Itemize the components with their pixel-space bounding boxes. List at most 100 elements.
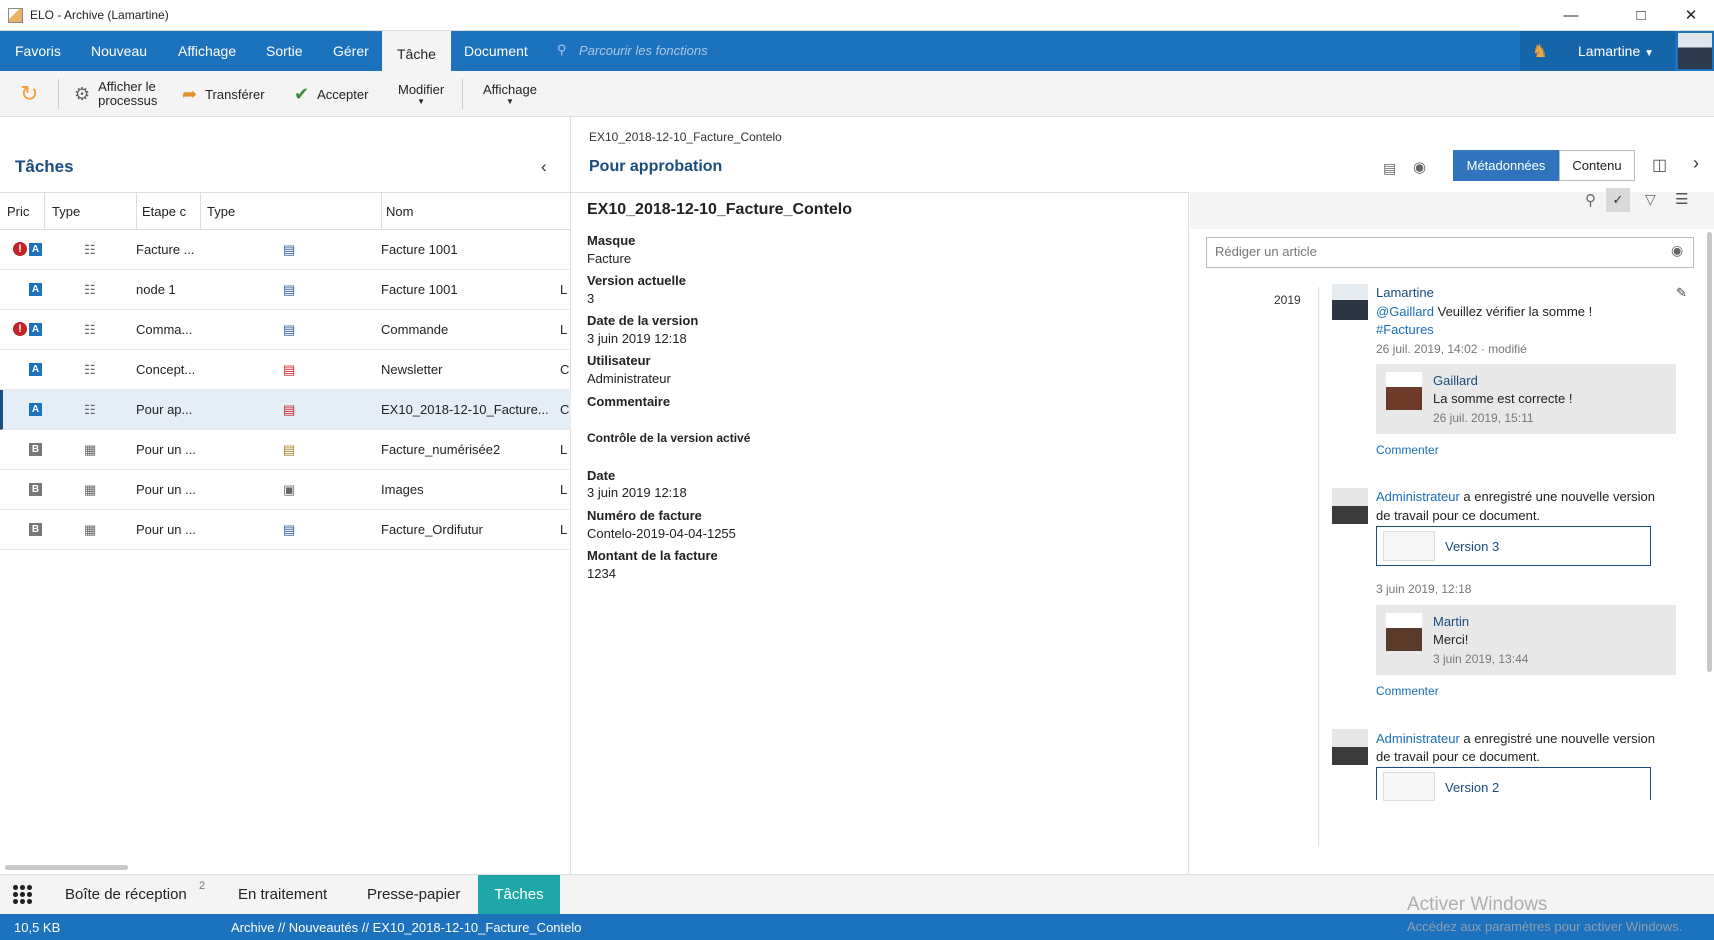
collapse-left-icon[interactable]: ‹: [541, 157, 547, 177]
name-cell: Commande: [381, 322, 449, 337]
priority-warning-icon: !: [13, 242, 27, 256]
activation-watermark-title: Activer Windows: [1407, 894, 1548, 915]
refresh-icon[interactable]: ↻: [20, 71, 38, 117]
table-row[interactable]: B ▦ Pour un ... ▣ Images L: [0, 470, 571, 510]
vertical-scrollbar[interactable]: [1707, 232, 1712, 672]
inbox-tab[interactable]: Boîte de réception: [65, 875, 187, 915]
version-label: Version 3: [1445, 539, 1500, 554]
priority-badge: A: [29, 403, 42, 416]
table-row[interactable]: B ▦ Pour un ... ▤ Facture_numérisée2 L: [0, 430, 571, 470]
filter-icon[interactable]: ▽: [1645, 191, 1656, 208]
timestamp: 26 juil. 2019, 14:02: [1376, 342, 1478, 356]
search-icon[interactable]: ⚲: [557, 42, 567, 58]
table-row[interactable]: ! A ☷ Facture ... ▤ Facture 1001: [0, 230, 571, 270]
timeline-line: [1318, 287, 1319, 847]
separator: [462, 79, 463, 109]
metadata-tab[interactable]: Métadonnées: [1453, 150, 1559, 181]
reply-card: Gaillard La somme est correcte ! 26 juil…: [1376, 364, 1676, 434]
table-row[interactable]: B ▦ Pour un ... ▤ Facture_Ordifutur L: [0, 510, 571, 550]
list-icon[interactable]: ☰: [1675, 190, 1688, 208]
version-card[interactable]: Version 2: [1376, 767, 1651, 801]
extra-cell: L: [560, 522, 568, 537]
show-process-label-1: Afficher le: [98, 79, 156, 94]
table-row-selected[interactable]: A ☷ Pour ap... ▤ EX10_2018-12-10_Facture…: [0, 390, 571, 430]
post-author[interactable]: Administrateur: [1376, 489, 1460, 504]
field-label: Date de la version: [587, 313, 699, 328]
year-label: 2019: [1274, 293, 1301, 307]
tasks-tab[interactable]: Tâches: [478, 875, 560, 915]
post-text-2: de travail pour ce document.: [1376, 508, 1541, 523]
horizontal-scrollbar[interactable]: [5, 865, 128, 870]
in-progress-tab[interactable]: En traitement: [238, 875, 327, 915]
table-row[interactable]: A ☷ Concept... ▤ Newsletter C: [0, 350, 571, 390]
table-row[interactable]: ! A ☷ Comma... ▤ Commande L: [0, 310, 571, 350]
tab-document[interactable]: Document: [449, 31, 543, 71]
step-cell: Facture ...: [136, 242, 195, 257]
tab-gerer[interactable]: Gérer: [318, 31, 384, 71]
user-menu[interactable]: Lamartine ▼: [1560, 31, 1675, 71]
reply-author[interactable]: Martin: [1433, 614, 1469, 629]
apps-grid-icon[interactable]: [12, 884, 32, 904]
search-icon[interactable]: ⚲: [1585, 191, 1596, 209]
clipboard-tab[interactable]: Presse-papier: [367, 875, 460, 915]
field-label: Commentaire: [587, 394, 671, 409]
expand-right-icon[interactable]: ›: [1693, 153, 1699, 174]
avatar[interactable]: [1678, 33, 1712, 69]
emoji-icon[interactable]: ◉: [1671, 242, 1683, 259]
accept-button[interactable]: ✔ Accepter: [294, 71, 368, 117]
maximize-icon[interactable]: □: [1618, 0, 1664, 31]
content-tab[interactable]: Contenu: [1559, 150, 1635, 181]
check-icon[interactable]: ✓: [1606, 188, 1630, 212]
col-step[interactable]: Etape c: [142, 204, 186, 219]
ribbon: Favoris Nouveau Affichage Sortie Gérer T…: [0, 31, 1714, 71]
tab-tache[interactable]: Tâche: [382, 31, 451, 71]
layout-icon[interactable]: ◫: [1652, 155, 1667, 175]
function-search-input[interactable]: Parcourir les fonctions: [579, 43, 708, 58]
reply-author[interactable]: Gaillard: [1433, 373, 1478, 388]
transfer-button[interactable]: ➦ Transférer: [182, 71, 265, 117]
tab-sortie[interactable]: Sortie: [251, 31, 318, 71]
priority-badge: B: [29, 483, 42, 496]
col-type[interactable]: Type: [52, 204, 80, 219]
comment-link[interactable]: Commenter: [1376, 443, 1439, 457]
workflow-icon: ☷: [84, 282, 96, 297]
tab-nouveau[interactable]: Nouveau: [76, 31, 162, 71]
document-title: EX10_2018-12-10_Facture_Contelo: [587, 201, 853, 218]
post-text: Administrateur a enregistré une nouvelle…: [1376, 731, 1655, 746]
col-doctype[interactable]: Type: [207, 204, 235, 219]
close-icon[interactable]: ✕: [1668, 0, 1714, 31]
comment-link[interactable]: Commenter: [1376, 684, 1439, 698]
form-icon: ▦: [84, 482, 97, 497]
version-label: Version 2: [1445, 780, 1500, 795]
post-author[interactable]: Lamartine: [1376, 285, 1434, 300]
modify-menu[interactable]: Modifier ▼: [398, 71, 444, 117]
col-priority[interactable]: Pric: [7, 204, 29, 219]
feed-icon[interactable]: ◉: [1413, 158, 1426, 176]
version-card[interactable]: Version 3: [1376, 526, 1651, 566]
col-name[interactable]: Nom: [386, 204, 413, 219]
reply-time: 3 juin 2019, 13:44: [1433, 652, 1529, 666]
show-process-button[interactable]: ⚙ Afficher le processus: [74, 71, 157, 117]
article-input[interactable]: Rédiger un article: [1206, 237, 1694, 268]
task-title: Pour approbation: [589, 158, 723, 175]
minimize-icon[interactable]: —: [1548, 0, 1594, 31]
notification-icon[interactable]: ♞: [1520, 31, 1560, 71]
file-size: 10,5 KB: [14, 920, 61, 935]
edit-icon[interactable]: ✎: [1676, 285, 1687, 301]
avatar: [1332, 488, 1368, 524]
step-cell: Pour un ...: [136, 482, 196, 497]
hashtag-link[interactable]: #Factures: [1376, 322, 1434, 337]
post-author[interactable]: Administrateur: [1376, 731, 1460, 746]
display-menu[interactable]: Affichage ▼: [483, 71, 537, 117]
table-row[interactable]: A ☷ node 1 ▤ Facture 1001 L: [0, 270, 571, 310]
document-info-icon[interactable]: ▤: [1383, 160, 1396, 177]
post-body: a enregistré une nouvelle version: [1459, 731, 1655, 746]
word-doc-icon: ▤: [283, 282, 296, 297]
tab-affichage[interactable]: Affichage: [163, 31, 251, 71]
reply-card: Martin Merci! 3 juin 2019, 13:44: [1376, 605, 1676, 675]
form-icon: ▦: [84, 522, 97, 537]
version-thumbnail: [1383, 772, 1435, 801]
task-list-panel: Tâches ‹ Pric Type Etape c Type Nom ! A …: [0, 117, 571, 874]
tab-favoris[interactable]: Favoris: [0, 31, 76, 71]
mention-link[interactable]: @Gaillard: [1376, 304, 1434, 319]
